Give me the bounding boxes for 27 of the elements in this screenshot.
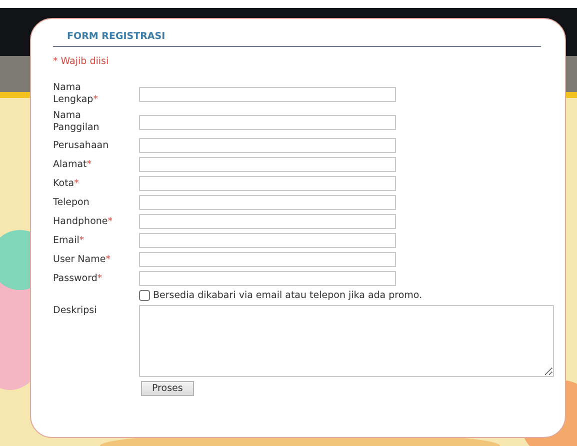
field-label: Nama Lengkap*	[53, 82, 99, 106]
field-label: Deskripsi	[53, 305, 98, 317]
input-field[interactable]	[139, 114, 396, 130]
checkbox-label: Bersedia dikabari via email atau telepon jika ada promo.	[153, 290, 422, 301]
input-field[interactable]	[139, 252, 396, 267]
input-field[interactable]	[139, 195, 396, 210]
input-field[interactable]	[139, 233, 396, 248]
field-label: Nama Panggilan	[53, 110, 100, 134]
field-label: User Name*	[53, 254, 112, 266]
field-label: Telepon	[53, 196, 90, 208]
input-field[interactable]	[139, 86, 396, 102]
field-label: Email*	[53, 234, 86, 246]
form-title: FORM REGISTRASI	[53, 31, 541, 47]
input-field[interactable]	[139, 138, 396, 153]
required-note: * Wajib diisi	[53, 56, 109, 67]
input-field[interactable]	[139, 176, 396, 191]
description-field[interactable]	[139, 305, 554, 377]
field-label: Kota*	[53, 178, 80, 190]
field-label: Password*	[53, 272, 104, 284]
field-label: Perusahaan	[53, 140, 110, 152]
submit-button[interactable]: Proses	[141, 381, 194, 396]
input-field[interactable]	[139, 214, 396, 229]
field-label: Handphone*	[53, 216, 114, 228]
field-label: Alamat*	[53, 158, 93, 170]
input-field[interactable]	[139, 271, 396, 286]
input-field[interactable]	[139, 157, 396, 172]
promo-checkbox[interactable]	[139, 290, 150, 301]
